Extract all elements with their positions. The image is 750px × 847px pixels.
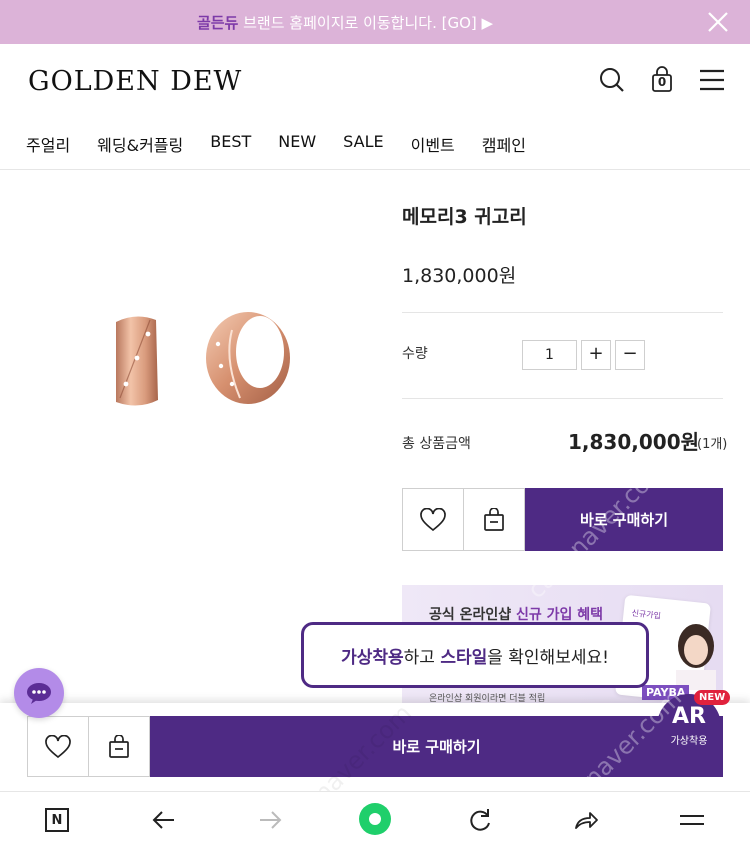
close-icon[interactable] [706, 10, 730, 34]
buy-now-button[interactable]: 바로 구매하기 [525, 488, 723, 551]
product-price: 1,830,000원 [402, 265, 517, 287]
ar-tryon-popup[interactable]: 가상착용하고 스타일을 확인해보세요! [301, 622, 649, 688]
brand-logo[interactable]: GOLDEN DEW [28, 66, 242, 97]
back-arrow-icon[interactable] [150, 806, 178, 834]
total-count: (1개) [697, 437, 728, 452]
total-price: 1,830,000원 [568, 430, 700, 454]
product-image[interactable] [100, 300, 300, 430]
chat-button[interactable] [14, 668, 64, 718]
heart-icon [420, 507, 446, 531]
nav-item-best[interactable]: BEST [210, 132, 251, 156]
cart-count: 0 [657, 75, 667, 89]
reload-icon[interactable] [466, 806, 494, 834]
sticky-buy-bar: 바로 구매하기 [0, 703, 750, 791]
model-image [676, 624, 716, 690]
naver-n-icon[interactable]: N [45, 808, 69, 832]
divider [402, 398, 723, 399]
cart-icon [109, 734, 129, 758]
sticky-buy-now-button[interactable]: 바로 구매하기 [150, 716, 723, 777]
sticky-wishlist-button[interactable] [27, 716, 89, 777]
quantity-minus-button[interactable]: − [615, 340, 645, 370]
ar-popup-bold-1: 가상착용 [341, 647, 404, 668]
nav-divider [0, 169, 750, 170]
quantity-label: 수량 [402, 346, 428, 362]
chat-bubble-icon [27, 683, 51, 704]
divider [402, 312, 723, 313]
event-title: 공식 온라인샵 신규 가입 혜택 [429, 604, 603, 624]
quantity-plus-button[interactable]: + [581, 340, 611, 370]
cart-button[interactable]: 0 [648, 66, 676, 94]
main-nav: 주얼리 웨딩&커플링 BEST NEW SALE 이벤트 캠페인 [26, 132, 553, 156]
event-title-highlight: 신규 가입 혜택 [516, 607, 604, 623]
nav-item-wedding[interactable]: 웨딩&커플링 [97, 132, 183, 156]
ar-popup-bold-2: 스타일 [440, 647, 488, 668]
promo-banner[interactable]: 골든듀 브랜드 홈페이지로 이동합니다. [GO] ▶ [0, 0, 750, 44]
ar-sublabel: 가상착용 [670, 736, 708, 747]
product-name: 메모리3 귀고리 [402, 206, 527, 228]
menu-icon[interactable] [698, 66, 726, 94]
add-to-cart-button[interactable] [463, 488, 525, 551]
forward-arrow-icon[interactable] [256, 806, 284, 834]
search-icon[interactable] [598, 66, 626, 94]
ar-popup-text-2: 을 확인해보세요! [487, 647, 609, 668]
green-dot-icon[interactable] [358, 802, 392, 836]
cart-icon [484, 507, 504, 531]
nav-item-new[interactable]: NEW [278, 132, 316, 156]
share-icon[interactable] [572, 806, 600, 834]
promo-brand: 골든듀 [196, 14, 239, 32]
new-badge: NEW [694, 690, 731, 705]
nav-item-event[interactable]: 이벤트 [411, 132, 455, 156]
nav-item-jewelry[interactable]: 주얼리 [26, 132, 70, 156]
heart-icon [45, 734, 71, 758]
event-card-text: 신규가입 [631, 608, 662, 621]
promo-message: 브랜드 홈페이지로 이동합니다. [GO] ▶ [238, 14, 494, 32]
promo-text[interactable]: 골든듀 브랜드 홈페이지로 이동합니다. [GO] ▶ [0, 12, 690, 33]
total-label: 총 상품금액 [402, 436, 471, 452]
sticky-add-to-cart-button[interactable] [88, 716, 150, 777]
ar-popup-text-1: 하고 [403, 647, 441, 668]
wishlist-button[interactable] [402, 488, 464, 551]
nav-item-campaign[interactable]: 캠페인 [482, 132, 526, 156]
ar-label: AR [672, 704, 706, 729]
menu-icon[interactable] [678, 806, 706, 834]
nav-item-sale[interactable]: SALE [343, 132, 383, 156]
browser-toolbar: N [0, 791, 750, 847]
event-title-prefix: 공식 온라인샵 [429, 607, 517, 623]
quantity-input[interactable]: 1 [522, 340, 577, 370]
